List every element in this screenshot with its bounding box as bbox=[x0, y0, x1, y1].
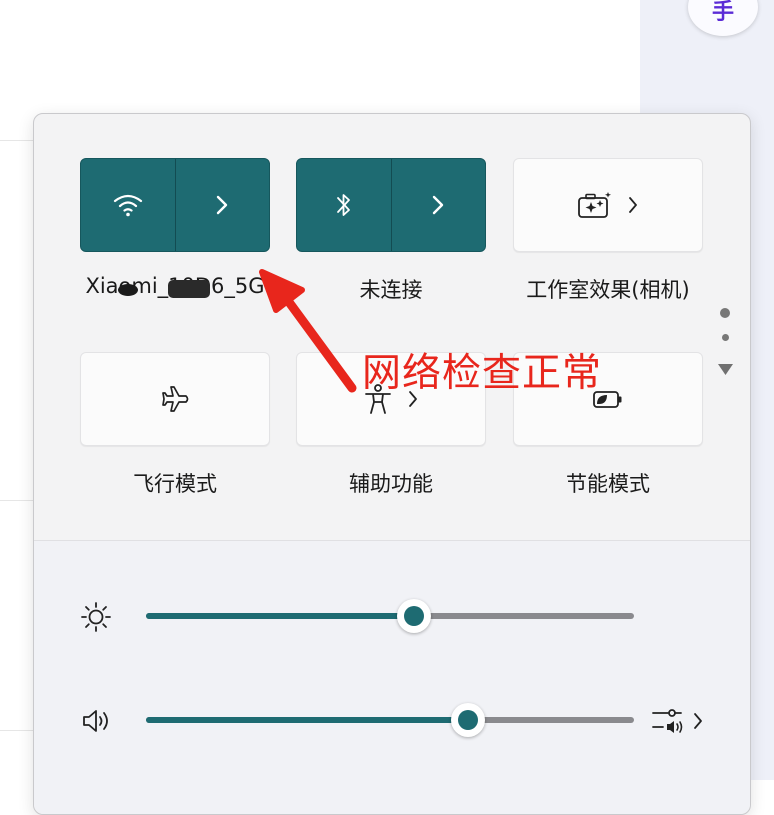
annotation-text: 网络检查正常 bbox=[362, 351, 603, 396]
